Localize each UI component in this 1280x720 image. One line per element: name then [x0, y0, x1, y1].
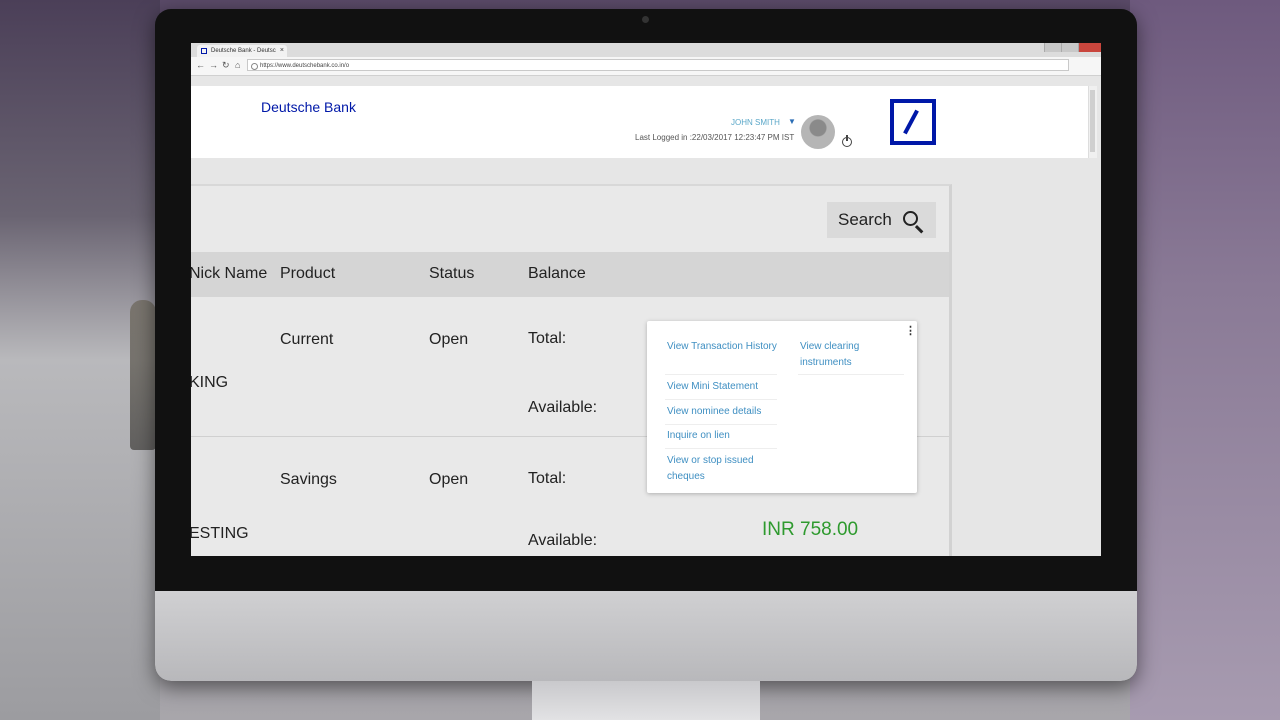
- deutsche-bank-logo[interactable]: [890, 99, 936, 145]
- browser-tab[interactable]: Deutsche Bank - Deutsc ×: [197, 45, 287, 57]
- chevron-down-icon[interactable]: ▼: [788, 117, 796, 126]
- menu-divider: [665, 448, 777, 449]
- row1-status: Open: [429, 331, 469, 348]
- page-content: Deutsche Bank JOHN SMITH ▼ Last Logged i…: [191, 76, 1101, 556]
- browser-titlebar: Deutsche Bank - Deutsc ×: [191, 43, 1101, 57]
- account-actions-menu: ⋮ View Transaction History View Mini Sta…: [647, 321, 917, 493]
- brand-name[interactable]: Deutsche Bank: [261, 99, 356, 115]
- search-button[interactable]: Search: [827, 202, 936, 238]
- back-icon[interactable]: ←: [196, 60, 205, 70]
- monitor-stand: [532, 681, 760, 720]
- menu-item-view-or-stop-issued-cheques[interactable]: View or stop issued cheques: [667, 453, 767, 485]
- scrollbar-thumb[interactable]: [1090, 90, 1095, 152]
- table-header: Nick Name Product Status Balance: [191, 252, 949, 297]
- power-icon[interactable]: [842, 135, 852, 147]
- tab-title: Deutsche Bank - Deutsc: [211, 48, 276, 54]
- column-header-status[interactable]: Status: [429, 265, 474, 283]
- row2-total-label: Total:: [528, 470, 567, 487]
- background-person: [130, 300, 156, 450]
- row1-available-label: Available:: [528, 399, 598, 416]
- favicon-icon: [201, 48, 207, 54]
- menu-divider: [665, 399, 777, 400]
- maximize-button[interactable]: [1061, 43, 1078, 52]
- last-logged-in: Last Logged in :22/03/2017 12:23:47 PM I…: [635, 133, 795, 142]
- search-label: Search: [838, 210, 892, 229]
- scrollbar[interactable]: [1088, 86, 1097, 158]
- minimize-button[interactable]: [1044, 43, 1061, 52]
- menu-divider: [665, 424, 777, 425]
- column-header-balance[interactable]: Balance: [528, 265, 586, 283]
- menu-item-inquire-on-lien[interactable]: Inquire on lien: [667, 428, 787, 444]
- row1-product: Current: [280, 331, 334, 348]
- row2-nick-name[interactable]: ESTING: [191, 525, 249, 543]
- column-header-product[interactable]: Product: [280, 265, 335, 283]
- more-options-icon[interactable]: ⋮: [905, 326, 916, 337]
- menu-divider: [665, 374, 777, 375]
- home-icon[interactable]: ⌂: [235, 60, 240, 70]
- search-icon: [903, 211, 918, 226]
- reload-icon[interactable]: ↻: [222, 60, 230, 71]
- menu-divider: [798, 374, 904, 375]
- avatar[interactable]: [801, 115, 835, 149]
- row2-status: Open: [429, 471, 469, 488]
- site-header: Deutsche Bank JOHN SMITH ▼ Last Logged i…: [191, 86, 1088, 158]
- menu-item-view-clearing-instruments[interactable]: View clearing instruments: [800, 339, 895, 371]
- close-window-button[interactable]: [1078, 43, 1101, 52]
- row2-available-label: Available:: [528, 532, 598, 549]
- forward-icon[interactable]: →: [209, 60, 218, 70]
- username[interactable]: JOHN SMITH: [731, 118, 780, 127]
- window-controls: [1044, 43, 1101, 52]
- column-header-nick-name[interactable]: Nick Name: [191, 265, 267, 283]
- monitor-chin: [155, 591, 1137, 681]
- address-bar[interactable]: https://www.deutschebank.co.in/o: [247, 59, 1069, 71]
- row2-product: Savings: [280, 471, 337, 488]
- accounts-panel: Search Nick Name Product Status Balance …: [191, 184, 952, 556]
- url-text: https://www.deutschebank.co.in/o: [260, 63, 350, 69]
- webcam: [642, 16, 649, 23]
- menu-item-view-nominee-details[interactable]: View nominee details: [667, 404, 787, 420]
- background-scene-right: [1130, 0, 1280, 720]
- row1-total-label: Total:: [528, 330, 567, 347]
- row1-nick-name[interactable]: KING: [191, 374, 228, 392]
- menu-item-view-mini-statement[interactable]: View Mini Statement: [667, 379, 787, 395]
- browser-navbar: ← → ↻ ⌂ https://www.deutschebank.co.in/o: [191, 57, 1101, 76]
- info-icon: [251, 63, 258, 70]
- tab-close-icon[interactable]: ×: [280, 45, 284, 57]
- menu-item-view-transaction-history[interactable]: View Transaction History: [667, 339, 777, 355]
- screen: Deutsche Bank - Deutsc × ← → ↻ ⌂ https:/…: [191, 43, 1101, 556]
- row2-available-amount: INR 758.00: [762, 519, 859, 540]
